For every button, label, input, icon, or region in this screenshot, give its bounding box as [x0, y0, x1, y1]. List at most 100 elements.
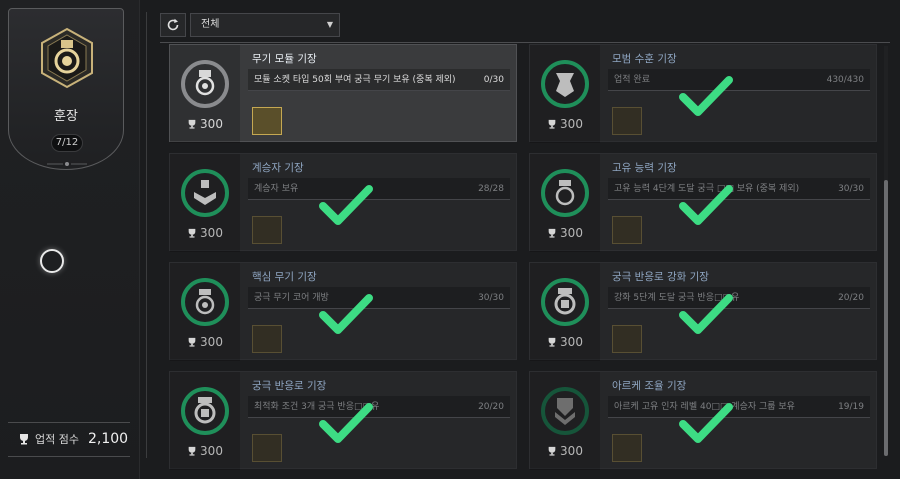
left-panel: 훈장 7/12 업적 점수 2,100 [0, 0, 140, 479]
card-description: 계승자 보유 [254, 184, 299, 194]
scrollbar-thumb[interactable] [884, 180, 888, 456]
card-title: 궁극 반응로 강화 기장 [612, 271, 709, 283]
card-icon-box: 300 [170, 45, 240, 143]
card-icon-box: 300 [170, 263, 240, 361]
achievement-emblem-icon [181, 60, 229, 108]
reward-value: 300 [200, 117, 223, 131]
trophy-icon [20, 434, 28, 445]
card-progress-count: 430/430 [826, 75, 864, 85]
card-description: 업적 완료 [614, 75, 650, 85]
achievement-emblem-icon [541, 278, 589, 326]
trophy-icon [188, 446, 196, 456]
reward-points: 300 [170, 117, 240, 131]
reward-value: 300 [200, 335, 223, 349]
achievement-card[interactable]: 300 아르케 조율 기장 아르케 고유 인자 레벨 40□□ 계승자 그룹 보유 1… [529, 371, 877, 470]
card-progress-count: 30/30 [478, 293, 504, 303]
trophy-icon [548, 337, 556, 347]
category-filter-dropdown[interactable]: 전체 ▼ [190, 13, 340, 37]
reward-item-thumbnail[interactable] [252, 216, 282, 244]
reward-value: 300 [560, 335, 583, 349]
card-progress-row: 최적화 조건 3개 궁극 반응□□유 20/20 [248, 396, 510, 418]
achievement-card[interactable]: 300 무기 모듈 기장모듈 소켓 타입 50회 부여 궁극 무기 보유 (중복 … [169, 44, 517, 143]
card-title: 모범 수훈 기장 [612, 53, 677, 65]
score-value: 2,100 [87, 431, 129, 447]
filter-bar: 전체 ▼ [160, 13, 340, 37]
card-progress-row: 강화 5단계 도달 궁극 반응□□유 20/20 [608, 287, 870, 309]
trophy-icon [548, 446, 556, 456]
trophy-icon [548, 228, 556, 238]
trophy-icon [188, 119, 196, 129]
reward-points: 300 [530, 444, 600, 458]
card-progress-count: 0/30 [483, 75, 504, 85]
card-progress-row: 아르케 고유 인자 레벨 40□□ 계승자 그룹 보유 19/19 [608, 396, 870, 418]
reward-item-thumbnail[interactable] [252, 325, 282, 353]
card-icon-box: 300 [530, 154, 600, 252]
reward-item-thumbnail[interactable] [612, 325, 642, 353]
refresh-icon [167, 18, 179, 31]
medal-title: 훈장 [54, 109, 78, 124]
completed-check-icon [679, 185, 733, 225]
card-progress-count: 20/20 [838, 293, 864, 303]
card-progress-count: 20/20 [478, 402, 504, 412]
header-divider [160, 42, 890, 43]
achievement-emblem-icon [181, 169, 229, 217]
reward-value: 300 [560, 226, 583, 240]
completed-check-icon [679, 403, 733, 443]
reward-item-thumbnail[interactable] [612, 216, 642, 244]
reward-value: 300 [200, 444, 223, 458]
reward-points: 300 [170, 444, 240, 458]
card-description: 모듈 소켓 타입 50회 부여 궁극 무기 보유 (중복 제외) [254, 75, 456, 85]
achievement-card[interactable]: 300 궁극 반응로 기장 최적화 조건 3개 궁극 반응□□유 20/20 [169, 371, 517, 470]
reward-value: 300 [560, 117, 583, 131]
card-progress-count: 30/30 [838, 184, 864, 194]
caret-down-icon: ▼ [326, 20, 333, 29]
medal-card[interactable]: 훈장 7/12 [8, 8, 124, 170]
achievement-score: 업적 점수 2,100 [18, 430, 128, 448]
score-label: 업적 점수 [35, 433, 79, 446]
card-title: 무기 모듈 기장 [252, 53, 317, 65]
reward-item-thumbnail[interactable] [252, 434, 282, 462]
filter-selected-value: 전체 [201, 19, 220, 30]
score-divider-bottom [8, 456, 130, 457]
reward-points: 300 [530, 335, 600, 349]
reward-points: 300 [170, 335, 240, 349]
achievement-emblem-icon [181, 387, 229, 435]
card-icon-box: 300 [530, 263, 600, 361]
card-icon-box: 300 [530, 372, 600, 470]
achievement-emblem-icon [541, 387, 589, 435]
trophy-icon [548, 119, 556, 129]
trophy-icon [188, 228, 196, 238]
card-title: 계승자 기장 [252, 162, 304, 174]
completed-check-icon [679, 76, 733, 116]
card-title: 고유 능력 기장 [612, 162, 677, 174]
card-icon-box: 300 [170, 372, 240, 470]
card-icon-box: 300 [170, 154, 240, 252]
card-progress-count: 19/19 [838, 402, 864, 412]
card-progress-row: 모듈 소켓 타입 50회 부여 궁극 무기 보유 (중복 제외) 0/30 [248, 69, 510, 91]
medal-emblem-icon [41, 27, 93, 89]
card-progress-row: 계승자 보유 28/28 [248, 178, 510, 200]
achievement-emblem-icon [541, 60, 589, 108]
achievement-card[interactable]: 300 핵심 무기 기장궁극 무기 코어 개방 30/30 [169, 262, 517, 361]
refresh-button[interactable] [160, 13, 186, 37]
reward-item-thumbnail[interactable] [252, 107, 282, 135]
achievement-emblem-icon [181, 278, 229, 326]
reward-value: 300 [200, 226, 223, 240]
panel-divider [146, 12, 147, 458]
achievement-card[interactable]: 300 계승자 기장계승자 보유 28/28 [169, 153, 517, 252]
reward-points: 300 [530, 226, 600, 240]
card-title: 핵심 무기 기장 [252, 271, 317, 283]
card-progress-row: 궁극 무기 코어 개방 30/30 [248, 287, 510, 309]
medal-ornament [47, 162, 87, 166]
completed-check-icon [679, 294, 733, 334]
score-divider-top [8, 422, 130, 423]
completed-check-icon [319, 403, 373, 443]
card-progress-count: 28/28 [478, 184, 504, 194]
reward-item-thumbnail[interactable] [612, 434, 642, 462]
completed-check-icon [319, 185, 373, 225]
achievement-card[interactable]: 300 모범 수훈 기장업적 완료 430/430 [529, 44, 877, 143]
achievement-card[interactable]: 300 궁극 반응로 강화 기장강화 5단계 도달 궁극 반응□□유 20/20 [529, 262, 877, 361]
reward-item-thumbnail[interactable] [612, 107, 642, 135]
achievement-card[interactable]: 300 고유 능력 기장고유 능력 4단계 도달 궁극 □□ 보유 (중복 제외)… [529, 153, 877, 252]
card-progress-row: 고유 능력 4단계 도달 궁극 □□ 보유 (중복 제외) 30/30 [608, 178, 870, 200]
